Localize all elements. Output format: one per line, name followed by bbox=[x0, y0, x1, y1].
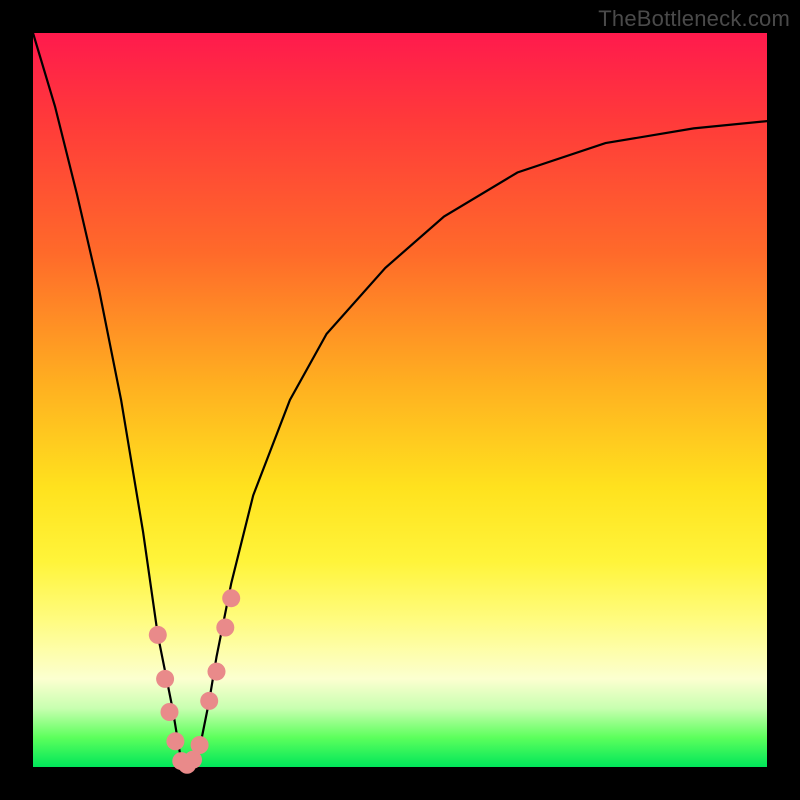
marker-layer bbox=[149, 589, 240, 774]
marker-dot bbox=[156, 670, 174, 688]
marker-dot bbox=[149, 626, 167, 644]
chart-svg bbox=[0, 0, 800, 800]
marker-dot bbox=[208, 663, 226, 681]
marker-dot bbox=[166, 732, 184, 750]
marker-dot bbox=[161, 703, 179, 721]
marker-dot bbox=[200, 692, 218, 710]
marker-dot bbox=[216, 619, 234, 637]
bottleneck-curve bbox=[33, 33, 767, 767]
chart-frame: TheBottleneck.com bbox=[0, 0, 800, 800]
marker-dot bbox=[222, 589, 240, 607]
curve-layer bbox=[33, 33, 767, 767]
marker-dot bbox=[191, 736, 209, 754]
